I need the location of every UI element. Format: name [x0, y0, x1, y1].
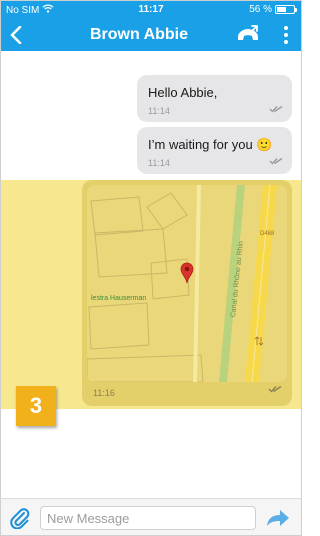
message-text-group: I’m waiting for you 🙂 — [148, 137, 273, 153]
double-check-icon — [269, 153, 283, 168]
send-arrow-icon[interactable] — [263, 505, 293, 531]
battery-icon — [275, 5, 297, 14]
message-text: I’m waiting for you — [148, 137, 253, 152]
map-place-label: lestra Hauserman — [91, 295, 147, 302]
message-bubble[interactable]: Hello Abbie, 11:14 — [137, 75, 292, 122]
message-text: Hello Abbie, — [148, 85, 218, 100]
contact-name: Brown Abbie — [89, 26, 189, 43]
double-check-icon — [268, 380, 282, 398]
status-bar: No SIM 11:17 56 % — [1, 1, 301, 19]
double-check-icon — [269, 101, 283, 116]
message-time: 11:16 — [93, 388, 115, 398]
phone-call-icon[interactable] — [233, 22, 263, 48]
message-composer — [1, 498, 301, 535]
paperclip-icon[interactable] — [7, 505, 33, 531]
smiley-emoji: 🙂 — [256, 137, 273, 152]
message-input[interactable] — [40, 506, 256, 530]
more-vertical-icon[interactable] — [279, 23, 293, 47]
map-road-code: D468 — [260, 231, 275, 237]
chat-header: Brown Abbie — [1, 19, 301, 51]
chevron-left-icon[interactable] — [5, 23, 27, 47]
location-message-bubble[interactable]: lestra Hauserman Canal du Rhône au Rhin … — [82, 180, 292, 406]
battery-group: 56 % — [249, 4, 297, 15]
message-bubble[interactable]: I’m waiting for you 🙂 11:14 — [137, 127, 292, 174]
message-time: 11:14 — [148, 158, 170, 168]
message-list[interactable]: Hello Abbie, 11:14 I’m waiting for you 🙂… — [1, 51, 301, 498]
step-badge: 3 — [16, 386, 56, 426]
message-time: 11:14 — [148, 106, 170, 116]
map-pin-icon — [180, 262, 194, 289]
battery-percent: 56 % — [249, 4, 272, 15]
location-map[interactable]: lestra Hauserman Canal du Rhône au Rhin … — [87, 185, 287, 382]
